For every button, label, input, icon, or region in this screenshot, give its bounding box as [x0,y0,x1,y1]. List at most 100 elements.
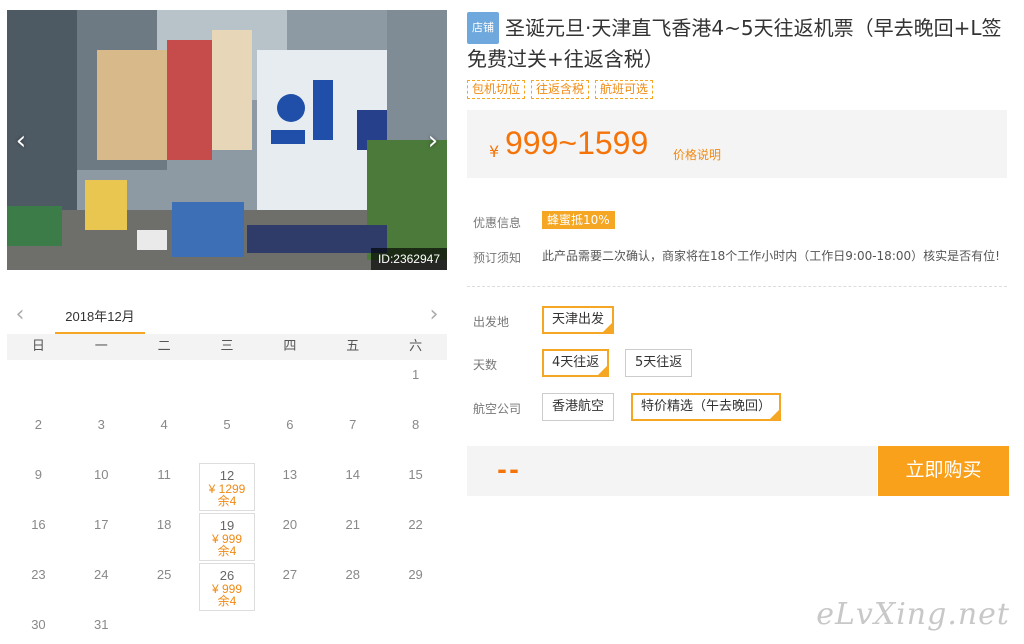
calendar-day-number: 28 [345,567,360,582]
calendar-day-number: 4 [160,417,168,432]
calendar-day-number: 1 [411,367,420,382]
calendar-day-number: 25 [156,567,172,582]
calendar-blank-cell [196,362,259,412]
calendar-day-number: 20 [282,517,298,532]
departure-option-tianjin[interactable]: 天津出发 [542,306,615,334]
calendar-blank-cell [133,362,196,412]
discount-badge: 蜂蜜抵10% [542,211,615,229]
feature-tag: 航班可选 [595,80,654,99]
calendar-day-number: 16 [31,517,46,532]
calendar-day-number: 2 [34,417,43,432]
calendar-blank-cell [70,362,133,412]
calendar-grid: 1 2 3 4 5 6 7 8 9 10 11 12 ¥ 1299 余4 13 14 15 16 17 18 19 ¥ 9… [7,362,447,644]
weekday-label: 五 [346,339,360,354]
weekday-label: 一 [94,339,108,354]
photo-next-button[interactable]: › [421,126,445,156]
calendar-next-month-button[interactable]: › [423,302,445,327]
calendar-day-number: 17 [94,517,109,532]
calendar-blank-cell [321,362,384,412]
price-currency: ¥ [489,142,500,161]
calendar-month-tab[interactable]: 2018年12月 [55,306,145,334]
calendar-day: 7 [321,412,384,462]
price-note-link[interactable]: 价格说明 [673,146,721,163]
photo-prev-button[interactable]: ‹ [9,126,33,156]
calendar-day-number: 14 [345,467,360,482]
calendar-day: 5 [196,412,259,462]
calendar-blank-cell [258,362,321,412]
product-title: 店铺 圣诞元旦·天津直飞香港4~5天往返机票（早去晚回+L签免费过关+往返含税） [467,12,1012,74]
calendar-day: 25 [133,562,196,612]
calendar-day-number: 27 [282,567,298,582]
calendar-prev-month-button[interactable]: ‹ [9,302,31,327]
calendar-day-stock: 余4 [217,594,237,608]
calendar-day-available[interactable]: 12 ¥ 1299 余4 [198,463,256,511]
calendar-day: 16 [7,512,70,562]
calendar-day: 24 [70,562,133,612]
calendar-day-number: 15 [408,467,423,482]
calendar-day: 23 [7,562,70,612]
days-label: 天数 [473,358,498,372]
calendar-blank-cell [7,362,70,412]
feature-tags: 包机切位 往返含税 航班可选 [467,80,654,99]
calendar-day: 14 [321,462,384,512]
calendar-day: 10 [70,462,133,512]
product-title-text: 圣诞元旦·天津直飞香港4~5天往返机票（早去晚回+L签免费过关+往返含税） [467,16,1002,71]
price-box: ¥ 999~1599 价格说明 [467,110,1007,178]
calendar-day: 18 [133,512,196,562]
divider [467,286,1007,287]
weekday-label: 日 [31,339,45,354]
weekday-label: 四 [283,339,297,354]
calendar-day: 9 [7,462,70,512]
days-option-4[interactable]: 4天往返 [542,349,610,377]
calendar-day-number: 13 [282,467,298,482]
calendar-day: 3 [70,412,133,462]
calendar-day: 29 [384,562,447,612]
weekday-label: 六 [409,339,423,354]
calendar-day: 22 [384,512,447,562]
days-option-5[interactable]: 5天往返 [625,349,693,377]
calendar-day-number: 30 [31,617,46,632]
product-photo: ‹ › ID:2362947 [7,10,447,270]
airline-label: 航空公司 [473,402,522,416]
airline-option-hk-airlines[interactable]: 香港航空 [542,393,615,421]
calendar-day-number: 3 [97,417,105,432]
price-range: 999~1599 [505,125,649,161]
calendar-day-number: 26 [219,568,235,583]
calendar-day-number: 8 [411,417,420,432]
calendar-day: 27 [258,562,321,612]
notice-label: 预订须知 [473,251,522,265]
product-title-block: 店铺 圣诞元旦·天津直飞香港4~5天往返机票（早去晚回+L签免费过关+往返含税） [467,12,1012,74]
calendar-day: 8 [384,412,447,462]
calendar-day-number: 18 [156,517,172,532]
discount-label: 优惠信息 [473,216,522,230]
calendar-day: 20 [258,512,321,562]
calendar-day-number: 11 [157,467,171,482]
calendar-day-number: 7 [349,417,357,432]
site-watermark: eLvXing.net [816,597,1010,632]
calendar-day-number: 22 [408,517,423,532]
weekday-label: 三 [220,339,234,354]
calendar-day: 13 [258,462,321,512]
total-price: -- [497,456,521,484]
calendar-day-available[interactable]: 19 ¥ 999 余4 [198,513,256,561]
calendar-day-number: 9 [34,467,43,482]
calendar-day-number: 23 [31,567,46,582]
calendar-nav: ‹ 2018年12月 › [7,300,447,334]
calendar-day-stock: 余4 [217,544,237,558]
calendar-day: 30 [7,612,70,644]
calendar-day-number: 10 [94,467,109,482]
calendar-day-number: 5 [223,417,231,432]
buy-now-button[interactable]: 立即购买 [878,446,1009,496]
airline-option-special[interactable]: 特价精选（午去晚回） [631,393,782,421]
shop-tag: 店铺 [467,12,499,44]
calendar-day-available[interactable]: 26 ¥ 999 余4 [198,563,256,611]
calendar-day: 1 [384,362,447,412]
calendar-day-number: 19 [219,518,235,533]
buy-bar: -- [467,446,877,496]
feature-tag: 包机切位 [467,80,526,99]
calendar-day: 28 [321,562,384,612]
street-scene-image [7,10,447,270]
calendar-day: 2 [7,412,70,462]
calendar-day-number: 6 [286,417,294,432]
feature-tag: 往返含税 [531,80,590,99]
